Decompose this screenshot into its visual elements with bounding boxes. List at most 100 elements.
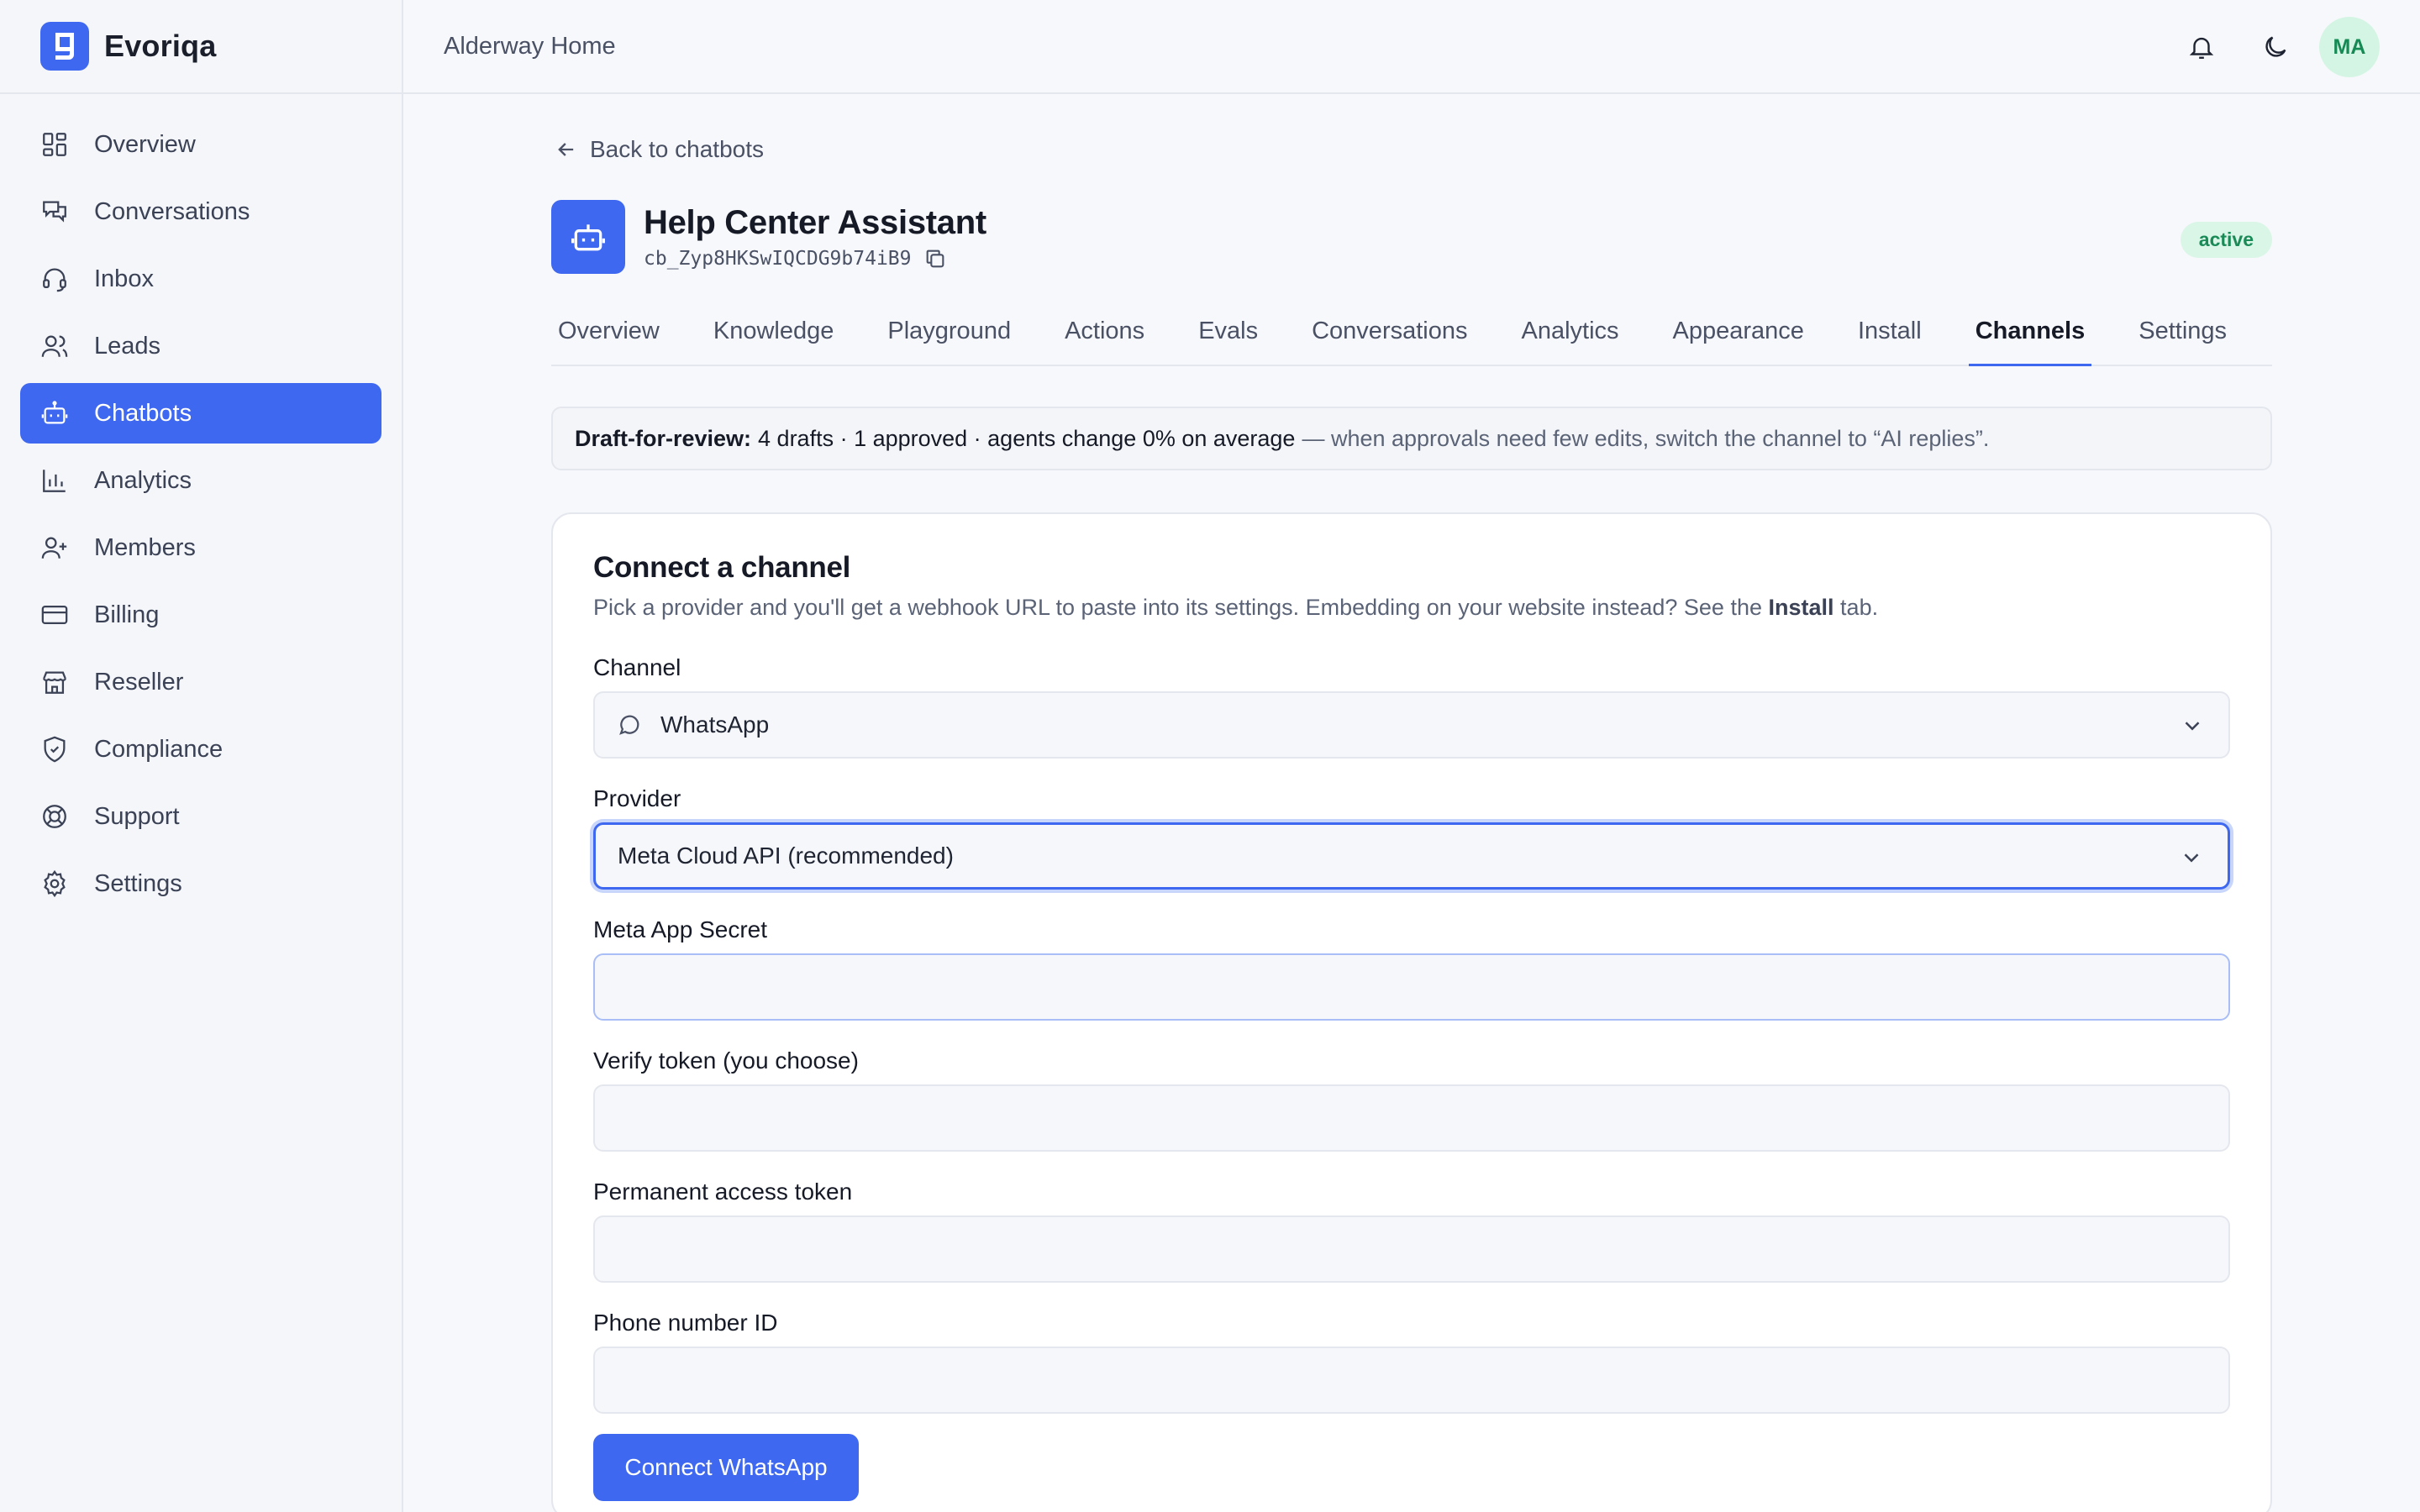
- sidebar-item-chatbots[interactable]: Chatbots: [20, 383, 381, 444]
- headset-icon: [43, 268, 66, 292]
- provider-label: Provider: [593, 785, 681, 811]
- sidebar-item-label: Reseller: [94, 668, 184, 696]
- sidebar-item-leads[interactable]: Leads: [20, 316, 381, 376]
- tab-evals[interactable]: Evals: [1192, 297, 1265, 365]
- bar-chart-icon: [43, 470, 66, 492]
- tab-conversations[interactable]: Conversations: [1305, 297, 1474, 365]
- bot-avatar-icon: [551, 200, 625, 274]
- tab-settings[interactable]: Settings: [2132, 297, 2233, 365]
- arrow-left-icon: [558, 143, 574, 156]
- phone-number-id-input[interactable]: [593, 1347, 2230, 1414]
- status-badge: active: [2180, 222, 2272, 258]
- tab-channels[interactable]: Channels: [1968, 297, 2092, 366]
- back-link-label: Back to chatbots: [590, 136, 765, 162]
- card-title: Connect a channel: [593, 551, 851, 584]
- card-desc-text: Pick a provider and you'll get a webhook…: [593, 595, 1762, 620]
- sidebar-item-label: Members: [94, 533, 196, 561]
- sidebar-item-label: Analytics: [94, 466, 192, 494]
- bot-icon: [41, 401, 68, 424]
- sidebar-item-label: Inbox: [94, 265, 154, 292]
- draft-review-notice: Draft-for-review: 4 drafts · 1 approved …: [551, 407, 2272, 470]
- dashboard-icon: [43, 133, 66, 156]
- connect-whatsapp-button[interactable]: Connect WhatsApp: [593, 1434, 859, 1501]
- sidebar-item-label: Compliance: [94, 735, 224, 763]
- channel-select-value: WhatsApp: [660, 711, 770, 738]
- access-token-label: Permanent access token: [593, 1179, 853, 1205]
- tab-bar: Overview Knowledge Playground Actions Ev…: [551, 297, 2272, 366]
- card-description: Pick a provider and you'll get a webhook…: [593, 595, 2230, 621]
- users-icon: [41, 335, 68, 357]
- notice-label: Draft-for-review:: [575, 425, 752, 451]
- gear-icon: [44, 869, 66, 898]
- sidebar-item-label: Conversations: [94, 197, 250, 225]
- copy-icon[interactable]: [923, 247, 947, 270]
- chat-icon: [43, 201, 66, 223]
- sidebar: Evoriqa Overview Conversations Inbox Lea…: [0, 0, 403, 1512]
- sidebar-item-label: Billing: [94, 601, 160, 628]
- tab-actions[interactable]: Actions: [1058, 297, 1151, 365]
- sidebar-item-label: Leads: [94, 332, 161, 360]
- sidebar-item-reseller[interactable]: Reseller: [20, 652, 381, 712]
- brand-name: Evoriqa: [104, 29, 217, 63]
- connect-channel-card: Connect a channel Pick a provider and yo…: [551, 512, 2272, 1512]
- sidebar-nav: Overview Conversations Inbox Leads Chatb…: [0, 94, 402, 914]
- card-desc-text-end: tab.: [1840, 595, 1879, 620]
- sidebar-item-label: Chatbots: [94, 399, 192, 427]
- sidebar-item-compliance[interactable]: Compliance: [20, 719, 381, 780]
- notice-hint: — when approvals need few edits, switch …: [1302, 425, 1990, 451]
- user-plus-icon: [41, 537, 67, 559]
- org-name: Alderway Home: [444, 32, 616, 60]
- sidebar-item-inbox[interactable]: Inbox: [20, 249, 381, 309]
- sidebar-item-support[interactable]: Support: [20, 786, 381, 847]
- bot-id: cb_Zyp8HKSwIQCDG9b74iB9: [644, 247, 912, 270]
- store-icon: [43, 671, 66, 694]
- avatar[interactable]: MA: [2319, 17, 2380, 77]
- verify-token-label: Verify token (you choose): [593, 1047, 859, 1074]
- sidebar-item-overview[interactable]: Overview: [20, 114, 381, 175]
- sidebar-item-settings[interactable]: Settings: [20, 853, 381, 914]
- tab-playground[interactable]: Playground: [881, 297, 1018, 365]
- provider-select[interactable]: Meta Cloud API (recommended): [593, 822, 2230, 890]
- theme-toggle-button[interactable]: [2244, 15, 2307, 79]
- sidebar-item-label: Settings: [94, 869, 182, 897]
- message-circle-icon: [619, 715, 639, 735]
- moon-icon: [2265, 36, 2286, 57]
- bell-icon: [2189, 37, 2214, 59]
- tab-overview[interactable]: Overview: [551, 297, 666, 365]
- topbar: Alderway Home MA: [403, 0, 2420, 94]
- chevron-down-icon: [2185, 722, 2200, 731]
- tab-appearance[interactable]: Appearance: [1666, 297, 1811, 365]
- install-tab-link[interactable]: Install: [1769, 595, 1834, 620]
- app-root: Evoriqa Overview Conversations Inbox Lea…: [0, 0, 2420, 1512]
- sidebar-item-members[interactable]: Members: [20, 517, 381, 578]
- verify-token-input[interactable]: [593, 1084, 2230, 1152]
- sidebar-item-label: Support: [94, 802, 180, 830]
- tab-knowledge[interactable]: Knowledge: [707, 297, 841, 365]
- lifebuoy-icon: [43, 805, 66, 828]
- channel-select[interactable]: WhatsApp: [593, 691, 2230, 759]
- channel-label: Channel: [593, 654, 681, 680]
- shield-icon: [44, 736, 66, 763]
- meta-app-secret-label: Meta App Secret: [593, 916, 768, 942]
- back-link[interactable]: Back to chatbots: [551, 136, 2272, 163]
- access-token-input[interactable]: [593, 1215, 2230, 1283]
- tab-install[interactable]: Install: [1851, 297, 1928, 365]
- sidebar-item-label: Overview: [94, 130, 196, 158]
- tab-analytics[interactable]: Analytics: [1514, 297, 1625, 365]
- notice-stats: 4 drafts · 1 approved · agents change 0%…: [758, 425, 1296, 451]
- notifications-button[interactable]: [2170, 15, 2233, 79]
- sidebar-item-conversations[interactable]: Conversations: [20, 181, 381, 242]
- sidebar-item-billing[interactable]: Billing: [20, 585, 381, 645]
- sidebar-item-analytics[interactable]: Analytics: [20, 450, 381, 511]
- credit-card-icon: [41, 605, 68, 625]
- brand-logo-icon: [40, 22, 89, 71]
- topbar-actions: MA: [2160, 15, 2380, 79]
- bot-header: Help Center Assistant cb_Zyp8HKSwIQCDG9b…: [551, 200, 2272, 274]
- page-title: Help Center Assistant: [644, 203, 986, 241]
- bot-id-row: cb_Zyp8HKSwIQCDG9b74iB9: [644, 247, 986, 270]
- brand[interactable]: Evoriqa: [0, 0, 402, 94]
- bot-titles: Help Center Assistant cb_Zyp8HKSwIQCDG9b…: [644, 204, 986, 270]
- meta-app-secret-input[interactable]: [593, 953, 2230, 1021]
- phone-number-id-label: Phone number ID: [593, 1310, 778, 1336]
- chevron-down-icon: [2184, 853, 2199, 863]
